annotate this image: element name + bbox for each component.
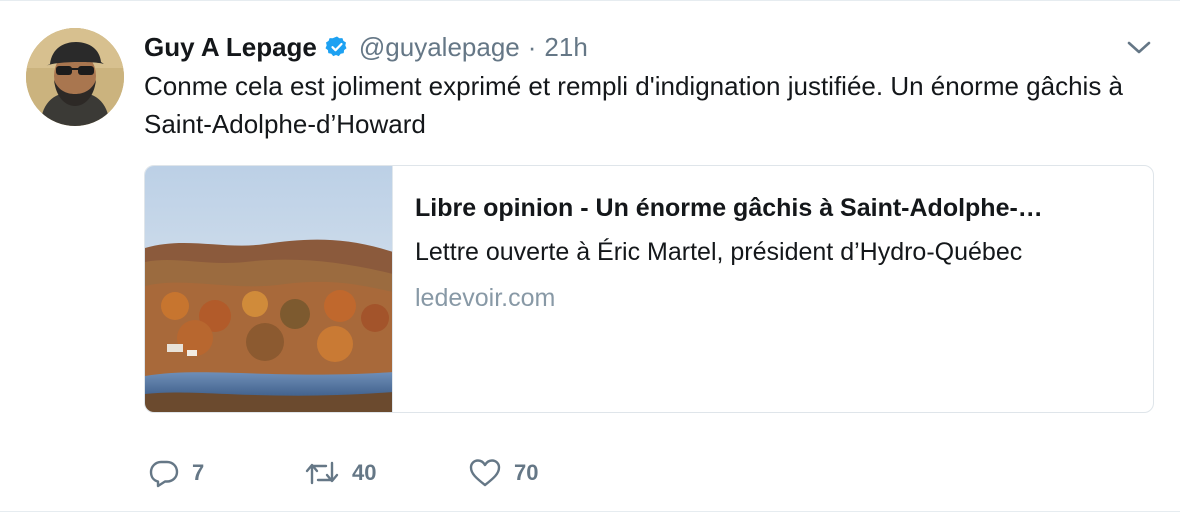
card-title[interactable]: Libre opinion - Un énorme gâchis à Saint… [415, 190, 1135, 226]
card-description: Lettre ouverte à Éric Martel, président … [415, 238, 1023, 266]
link-card[interactable]: Libre opinion - Un énorme gâchis à Saint… [144, 165, 1154, 413]
retweet-count: 40 [352, 460, 377, 485]
reply-icon [149, 460, 179, 488]
tweet-header: Guy A Lepage @guyalepage · 21h [144, 29, 588, 65]
reply-button[interactable]: 7 [148, 457, 304, 489]
retweet-button[interactable]: 40 [304, 457, 468, 489]
heart-icon [469, 459, 501, 487]
card-domain: ledevoir.com [415, 284, 556, 312]
chevron-down-icon[interactable] [1124, 35, 1154, 59]
tweet-actions: 7 40 70 [148, 453, 588, 493]
card-thumbnail [145, 166, 393, 412]
separator-dot: · [527, 31, 537, 62]
tweet-timestamp[interactable]: 21h [544, 32, 587, 63]
tweet[interactable]: Guy A Lepage @guyalepage · 21h Conme cel… [0, 0, 1180, 512]
card-body: Libre opinion - Un énorme gâchis à Saint… [415, 190, 1135, 316]
like-count: 70 [514, 460, 539, 485]
author-handle[interactable]: @guyalepage [359, 32, 520, 63]
like-button[interactable]: 70 [468, 457, 588, 489]
tweet-text: Conme cela est joliment exprimé et rempl… [144, 71, 1131, 139]
verified-badge-icon [325, 35, 349, 59]
retweet-icon [305, 461, 339, 485]
author-name[interactable]: Guy A Lepage [144, 32, 317, 63]
reply-count: 7 [192, 460, 205, 485]
avatar[interactable] [26, 28, 124, 126]
